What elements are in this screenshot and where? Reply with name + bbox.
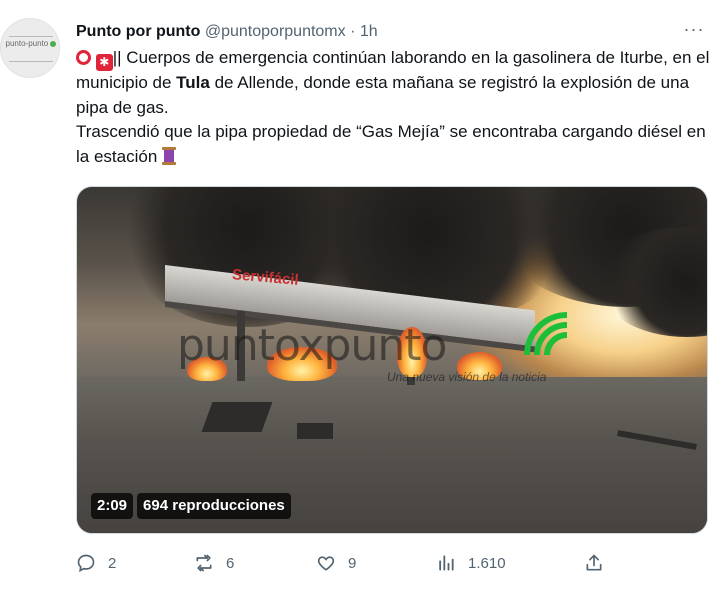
- author-name[interactable]: Punto por punto: [76, 23, 200, 40]
- views-icon: [439, 555, 454, 571]
- debris: [201, 402, 273, 432]
- avatar[interactable]: punto-punto: [0, 18, 60, 78]
- post-paragraph-2: Trascendió que la pipa propiedad de “Gas…: [76, 120, 716, 169]
- reply-icon: [77, 554, 95, 572]
- red-circle-emoji-icon: [76, 50, 91, 65]
- post-text-bold: Tula: [176, 73, 210, 92]
- watermark: puntoxpunto: [177, 320, 447, 371]
- watermark-tagline: Una nueva visión de la noticia: [387, 370, 547, 384]
- debris: [297, 423, 333, 439]
- video-badges: 2:09 694 reproducciones: [91, 493, 291, 519]
- post-text: ✱ || Cuerpos de emergencia continúan labo…: [76, 46, 716, 169]
- like-count: 9: [348, 554, 357, 572]
- post-time[interactable]: 1h: [360, 23, 378, 40]
- separator: ·: [350, 23, 356, 40]
- avatar-dot-icon: [50, 40, 57, 47]
- like-icon: [317, 556, 335, 571]
- reply-count: 2: [108, 554, 117, 572]
- reply-button[interactable]: 2: [76, 548, 116, 578]
- video-views: 694 reproducciones: [137, 493, 291, 519]
- repost-count: 6: [226, 554, 235, 572]
- avatar-logo: punto-punto: [4, 39, 58, 59]
- repost-icon: [196, 554, 212, 572]
- avatar-logo-text: punto-punto: [5, 39, 49, 48]
- views-count: 1.610: [468, 554, 506, 572]
- like-button[interactable]: 9: [316, 548, 356, 578]
- thread-spool-emoji-icon: [162, 146, 176, 165]
- watermark-signal-icon: [524, 312, 568, 356]
- sos-emoji-icon: ✱: [95, 54, 113, 71]
- author-handle[interactable]: @puntoporpuntomx: [205, 23, 346, 40]
- post-header: Punto por punto @puntoporpuntomx · 1h: [76, 20, 727, 44]
- action-bar: 2 6 9 1.610: [76, 548, 616, 578]
- repost-button[interactable]: 6: [194, 548, 234, 578]
- avatar-line: [9, 61, 53, 62]
- more-options-icon[interactable]: ···: [683, 20, 705, 42]
- views-button[interactable]: 1.610: [436, 548, 506, 578]
- video-duration: 2:09: [91, 493, 134, 519]
- share-icon: [586, 554, 602, 571]
- video-player[interactable]: Servifácil puntoxpunto Una nueva visión …: [76, 186, 708, 534]
- avatar-line: [9, 36, 53, 37]
- share-button[interactable]: [584, 548, 604, 578]
- post-paragraph-1: ✱ || Cuerpos de emergencia continúan labo…: [76, 46, 716, 120]
